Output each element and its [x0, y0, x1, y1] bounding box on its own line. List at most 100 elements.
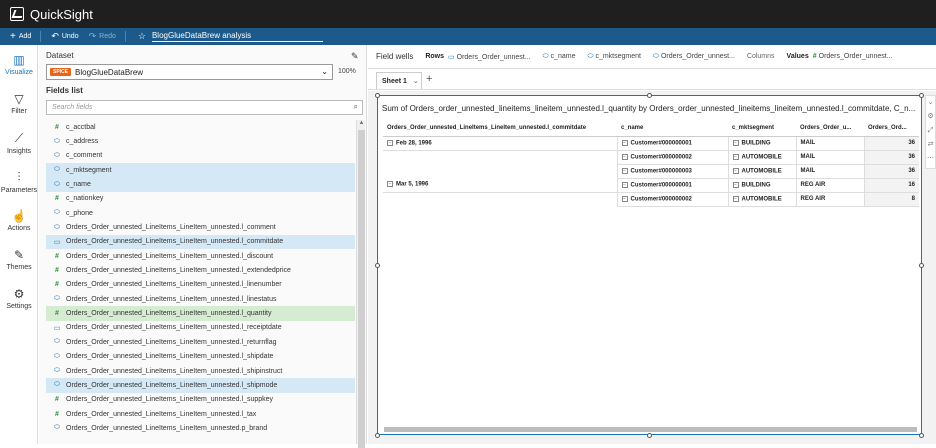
resize-handle[interactable]: [919, 93, 924, 98]
rows-chip-3[interactable]: ⬭ c_mktsegment: [587, 53, 641, 61]
table-cell[interactable]: 16: [863, 178, 919, 193]
collapse-icon[interactable]: −: [732, 153, 739, 160]
field-item[interactable]: ⬭ c_mktsegment: [46, 163, 355, 178]
star-icon[interactable]: ☆: [138, 31, 146, 42]
resize-handle[interactable]: [647, 433, 652, 438]
table-cell[interactable]: 36: [863, 136, 919, 151]
field-item[interactable]: ⬭ Orders_Order_unnested_LineItems_LineIte…: [46, 378, 355, 393]
field-item[interactable]: # Orders_Order_unnested_LineItems_LineIte…: [46, 263, 355, 277]
column-header[interactable]: c_mktsegment: [728, 121, 796, 137]
visual-title[interactable]: Sum of Orders_order_unnested_lineitems_l…: [382, 104, 917, 113]
table-cell[interactable]: [383, 150, 617, 164]
field-item[interactable]: ⬭ c_comment: [46, 149, 355, 163]
horizontal-scrollbar[interactable]: [384, 427, 917, 432]
field-item[interactable]: ⬭ c_address: [46, 134, 355, 148]
field-wells-title[interactable]: Field wells: [376, 52, 413, 61]
add-button[interactable]: + Add: [10, 31, 31, 42]
collapse-icon[interactable]: −: [387, 139, 393, 146]
field-item[interactable]: ⬭ Orders_Order_unnested_LineItems_LineIte…: [46, 350, 355, 364]
search-fields-input[interactable]: Search fields ⌕: [46, 100, 363, 115]
values-chip-1[interactable]: # Orders_Order_unnest...: [813, 53, 893, 60]
dataset-select[interactable]: SPICE BlogGlueDataBrew ⌄: [46, 64, 333, 80]
scroll-up-icon[interactable]: ▲: [357, 120, 366, 126]
table-cell[interactable]: − BUILDING: [727, 178, 796, 193]
field-item[interactable]: ▭ Orders_Order_unnested_LineItems_LineIte…: [46, 321, 355, 335]
fields-scrollbar[interactable]: ▲: [356, 120, 366, 448]
edit-pencil-icon[interactable]: ✎: [351, 51, 359, 62]
rows-chip-1[interactable]: ▭ Orders_Order_unnest...: [448, 53, 531, 61]
chevron-down-icon[interactable]: ⌄: [413, 77, 419, 85]
tab-sheet-1[interactable]: Sheet 1 ⌄: [376, 72, 422, 89]
resize-handle[interactable]: [647, 93, 652, 98]
table-cell[interactable]: − AUTOMOBILE: [727, 164, 796, 179]
field-item[interactable]: # Orders_Order_unnested_LineItems_LineIte…: [46, 278, 355, 292]
table-cell[interactable]: − BUILDING: [727, 136, 796, 151]
field-item[interactable]: ▭ Orders_Order_unnested_LineItems_LineIte…: [46, 234, 355, 250]
table-cell[interactable]: − Customer#000000002: [616, 150, 728, 165]
resize-handle[interactable]: [919, 433, 924, 438]
pivot-table-visual[interactable]: Sum of Orders_order_unnested_lineitems_l…: [377, 95, 922, 435]
sidebar-item-actions[interactable]: ☝ Actions: [0, 209, 38, 232]
field-item[interactable]: # c_acctbal: [46, 120, 355, 134]
table-cell[interactable]: − AUTOMOBILE: [727, 192, 796, 207]
field-item[interactable]: ⬭ c_name: [46, 177, 355, 192]
field-item[interactable]: ⬭ Orders_Order_unnested_LineItems_LineIte…: [46, 364, 355, 378]
field-item[interactable]: ⬭ c_phone: [46, 206, 355, 220]
collapse-icon[interactable]: −: [621, 153, 628, 160]
field-item[interactable]: ⬭ Orders_Order_unnested_LineItems_LineIte…: [46, 335, 355, 349]
field-item[interactable]: # Orders_Order_unnested_LineItems_LineIte…: [46, 306, 355, 321]
table-cell[interactable]: REG AIR: [795, 192, 864, 207]
collapse-icon[interactable]: −: [387, 181, 393, 188]
resize-handle[interactable]: [375, 263, 380, 268]
field-item[interactable]: # c_nationkey: [46, 192, 355, 206]
table-cell[interactable]: − Customer#000000001: [616, 178, 728, 193]
table-cell[interactable]: MAIL: [795, 136, 864, 151]
column-header[interactable]: Orders_Ord...: [864, 121, 919, 137]
redo-button[interactable]: ↷ Redo: [89, 31, 116, 42]
table-cell[interactable]: REG AIR: [795, 178, 864, 193]
table-cell[interactable]: − Mar 5, 1996: [383, 178, 617, 193]
expand-icon[interactable]: ⤢: [926, 124, 935, 138]
add-sheet-icon[interactable]: +: [426, 73, 432, 85]
sidebar-item-settings[interactable]: ⚙ Settings: [0, 287, 38, 310]
field-item[interactable]: ⬭ Orders_Order_unnested_LineItems_LineIte…: [46, 220, 355, 234]
chevron-down-icon[interactable]: ⌄: [926, 96, 935, 110]
sidebar-item-visualize[interactable]: ▥ Visualize: [0, 53, 38, 76]
sidebar-item-filter[interactable]: ▽ Filter: [0, 92, 38, 115]
collapse-icon[interactable]: −: [732, 181, 739, 188]
sidebar-item-insights[interactable]: ⟋ Insights: [0, 131, 38, 155]
undo-button[interactable]: ↶ Undo: [51, 31, 78, 42]
collapse-icon[interactable]: −: [732, 139, 739, 146]
column-header[interactable]: Orders_Order_unnested_LineItems_LineItem…: [383, 121, 617, 137]
scroll-thumb[interactable]: [358, 130, 365, 448]
table-cell[interactable]: 36: [863, 150, 919, 165]
table-cell[interactable]: [383, 192, 617, 206]
field-item[interactable]: ⬭ Orders_Order_unnested_LineItems_LineIte…: [46, 292, 355, 306]
table-cell[interactable]: MAIL: [795, 164, 864, 179]
column-header[interactable]: Orders_Order_u...: [796, 121, 864, 137]
collapse-icon[interactable]: −: [621, 181, 628, 188]
more-icon[interactable]: ⋯: [926, 152, 935, 166]
table-cell[interactable]: − Customer#000000002: [616, 192, 728, 207]
resize-handle[interactable]: [375, 433, 380, 438]
swap-icon[interactable]: ⇄: [926, 138, 935, 152]
table-cell[interactable]: MAIL: [795, 150, 864, 165]
table-cell[interactable]: 36: [863, 164, 919, 179]
analysis-name-input[interactable]: BlogGlueDataBrew analysis: [151, 31, 323, 42]
collapse-icon[interactable]: −: [621, 167, 628, 174]
table-cell[interactable]: [383, 164, 617, 178]
gear-icon[interactable]: ⚙: [926, 110, 935, 124]
collapse-icon[interactable]: −: [732, 195, 739, 202]
sidebar-item-parameters[interactable]: ⫶ Parameters: [0, 170, 38, 194]
table-cell[interactable]: − AUTOMOBILE: [727, 150, 796, 165]
resize-handle[interactable]: [919, 263, 924, 268]
table-cell[interactable]: − Feb 28, 1996: [383, 136, 617, 151]
table-cell[interactable]: − Customer#000000003: [616, 164, 728, 179]
columns-well-label[interactable]: Columns: [747, 53, 775, 60]
collapse-icon[interactable]: −: [621, 195, 628, 202]
column-header[interactable]: c_name: [617, 121, 728, 137]
table-cell[interactable]: 8: [863, 192, 919, 207]
field-item[interactable]: # Orders_Order_unnested_LineItems_LineIte…: [46, 393, 355, 407]
field-item[interactable]: # Orders_Order_unnested_LineItems_LineIte…: [46, 407, 355, 421]
field-item[interactable]: ⬭ Orders_Order_unnested_LineItems_LineIte…: [46, 421, 355, 435]
